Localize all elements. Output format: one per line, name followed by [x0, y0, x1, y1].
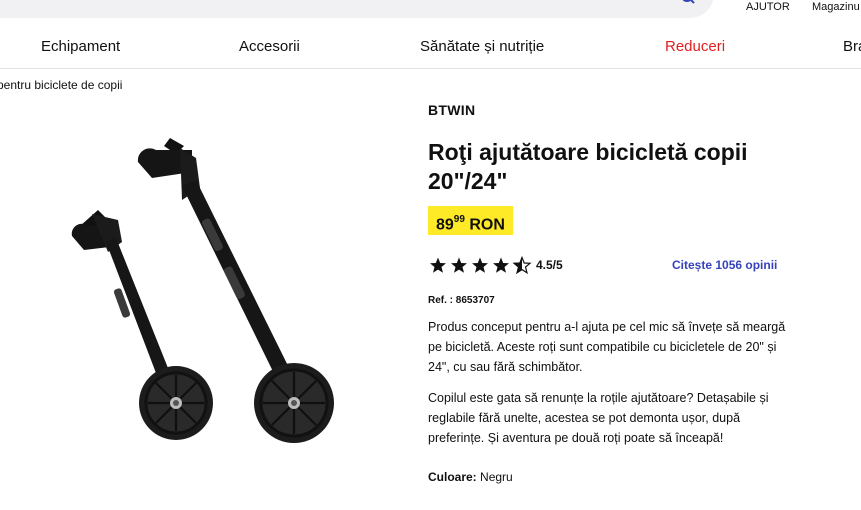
star-icon	[472, 257, 488, 273]
top-bar: AJUTOR Magazinu	[0, 0, 861, 22]
price-main: 89	[436, 216, 454, 234]
training-wheel-small	[71, 210, 213, 440]
product-ref: Ref. : 8653707	[428, 295, 495, 306]
search-icon[interactable]	[680, 0, 696, 8]
product-description-2: Copilul este gata să renunțe la roțile a…	[428, 391, 769, 445]
search-input[interactable]	[0, 0, 714, 18]
stores-link[interactable]: Magazinu	[812, 1, 860, 13]
rating-stars	[430, 256, 531, 274]
product-image[interactable]	[30, 118, 350, 478]
read-reviews-link[interactable]: Citește 1056 opinii	[672, 258, 777, 272]
nav-item-brands[interactable]: Bra	[843, 38, 861, 55]
star-icon	[493, 257, 509, 273]
breadcrumb[interactable]: pentru biciclete de copii	[0, 78, 122, 92]
color-selector: Culoare: Negru	[428, 470, 513, 484]
star-icon	[430, 257, 446, 273]
color-value: Negru	[480, 470, 513, 484]
nav-item-equipment[interactable]: Echipament	[41, 38, 120, 55]
price-currency: RON	[469, 216, 505, 234]
price-badge: 8999 RON	[428, 206, 513, 235]
color-label: Culoare:	[428, 470, 477, 484]
product-brand[interactable]: BTWIN	[428, 102, 475, 118]
product-description: Produs conceput pentru a-l ajuta pe cel …	[428, 320, 786, 374]
nav-item-health-nutrition[interactable]: Sănătate și nutriție	[420, 38, 544, 55]
price-cents: 99	[453, 214, 465, 225]
star-icon	[451, 257, 467, 273]
main-nav: Echipament Accesorii Sănătate și nutriți…	[0, 22, 861, 69]
rating-value: 4.5/5	[536, 258, 563, 272]
nav-item-accessories[interactable]: Accesorii	[239, 38, 300, 55]
nav-item-sales[interactable]: Reduceri	[665, 38, 725, 55]
help-link[interactable]: AJUTOR	[746, 1, 790, 13]
product-title: Roţi ajutătoare bicicletă copii 20"/24"	[428, 139, 748, 194]
half-star-icon	[513, 256, 531, 274]
